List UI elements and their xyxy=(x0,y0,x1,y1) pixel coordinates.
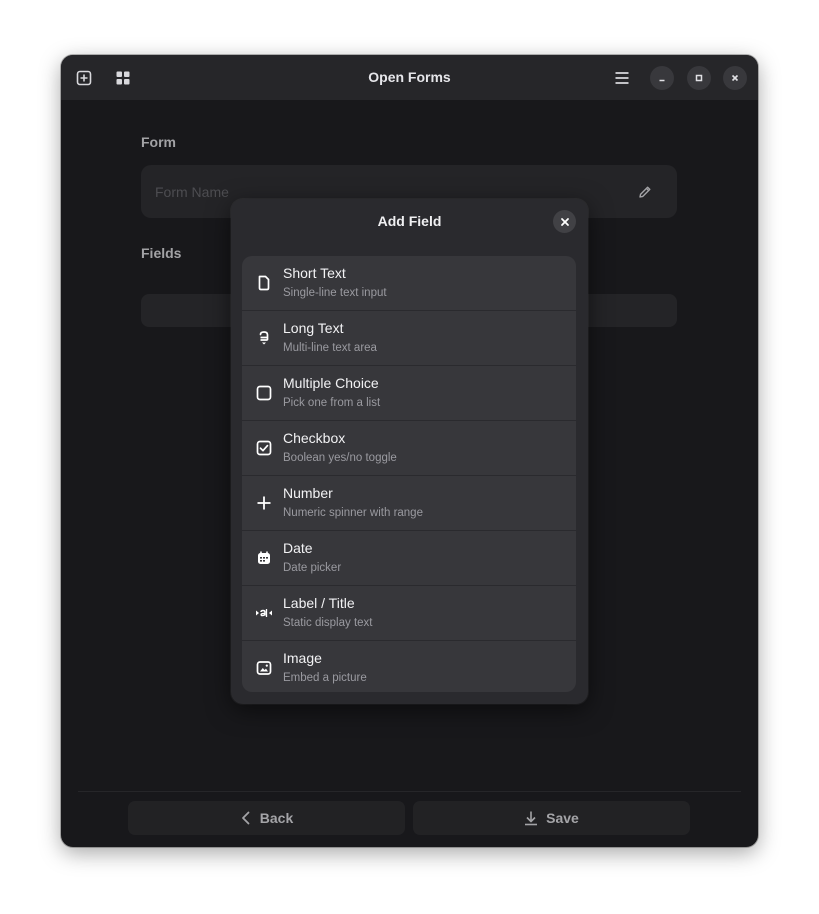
app-window: Open Forms Form Form Name Fields Back Sa… xyxy=(61,55,758,847)
field-type-title: Number xyxy=(283,485,333,501)
field-type-subtitle: Pick one from a list xyxy=(283,397,381,409)
field-type-title: Date xyxy=(283,540,313,556)
field-type-subtitle: Static display text xyxy=(283,617,373,629)
field-type-list: Short Text Single-line text input Long T… xyxy=(242,256,576,692)
text-label-icon xyxy=(255,604,273,622)
close-icon xyxy=(560,217,569,226)
field-type-subtitle: Numeric spinner with range xyxy=(283,507,423,519)
minimize-icon xyxy=(659,79,665,82)
field-type-short-text[interactable]: Short Text Single-line text input xyxy=(242,256,576,311)
field-type-date[interactable]: Date Date picker xyxy=(242,531,576,586)
text-paragraph-icon xyxy=(255,329,273,347)
dialog-title: Add Field xyxy=(377,213,442,229)
field-type-title: Checkbox xyxy=(283,430,346,446)
new-form-button[interactable] xyxy=(73,67,95,89)
field-type-image[interactable]: Image Embed a picture xyxy=(242,641,576,692)
field-type-subtitle: Date picker xyxy=(283,562,342,574)
templates-button[interactable] xyxy=(112,67,134,89)
field-type-number[interactable]: Number Numeric spinner with range xyxy=(242,476,576,531)
dialog-close-button[interactable] xyxy=(553,210,576,233)
field-type-long-text[interactable]: Long Text Multi-line text area xyxy=(242,311,576,366)
plus-icon xyxy=(255,494,273,512)
checkbox-icon xyxy=(255,439,273,457)
add-field-dialog: Add Field Short Text Single-line text in… xyxy=(231,199,588,704)
field-type-label-title[interactable]: Label / Title Static display text xyxy=(242,586,576,641)
document-icon xyxy=(255,274,273,292)
maximize-icon xyxy=(695,74,703,82)
add-form-icon xyxy=(76,70,92,86)
image-icon xyxy=(255,659,273,677)
field-type-checkbox[interactable]: Checkbox Boolean yes/no toggle xyxy=(242,421,576,476)
field-type-title: Label / Title xyxy=(283,595,355,611)
calendar-icon xyxy=(255,549,273,567)
minimize-button[interactable] xyxy=(650,66,674,90)
main-menu-button[interactable] xyxy=(611,67,633,89)
header-bar: Open Forms xyxy=(61,55,758,100)
field-type-subtitle: Boolean yes/no toggle xyxy=(283,452,397,464)
field-type-multiple-choice[interactable]: Multiple Choice Pick one from a list xyxy=(242,366,576,421)
field-type-title: Short Text xyxy=(283,265,346,281)
field-type-subtitle: Single-line text input xyxy=(283,287,387,299)
field-type-title: Multiple Choice xyxy=(283,375,379,391)
field-type-subtitle: Embed a picture xyxy=(283,672,367,684)
maximize-button[interactable] xyxy=(687,66,711,90)
field-type-title: Image xyxy=(283,650,322,666)
hamburger-menu-icon xyxy=(615,72,629,84)
square-icon xyxy=(255,384,273,402)
field-type-title: Long Text xyxy=(283,320,344,336)
close-button[interactable] xyxy=(723,66,747,90)
grid-icon xyxy=(116,71,130,85)
field-type-subtitle: Multi-line text area xyxy=(283,342,377,354)
close-icon xyxy=(731,74,739,82)
